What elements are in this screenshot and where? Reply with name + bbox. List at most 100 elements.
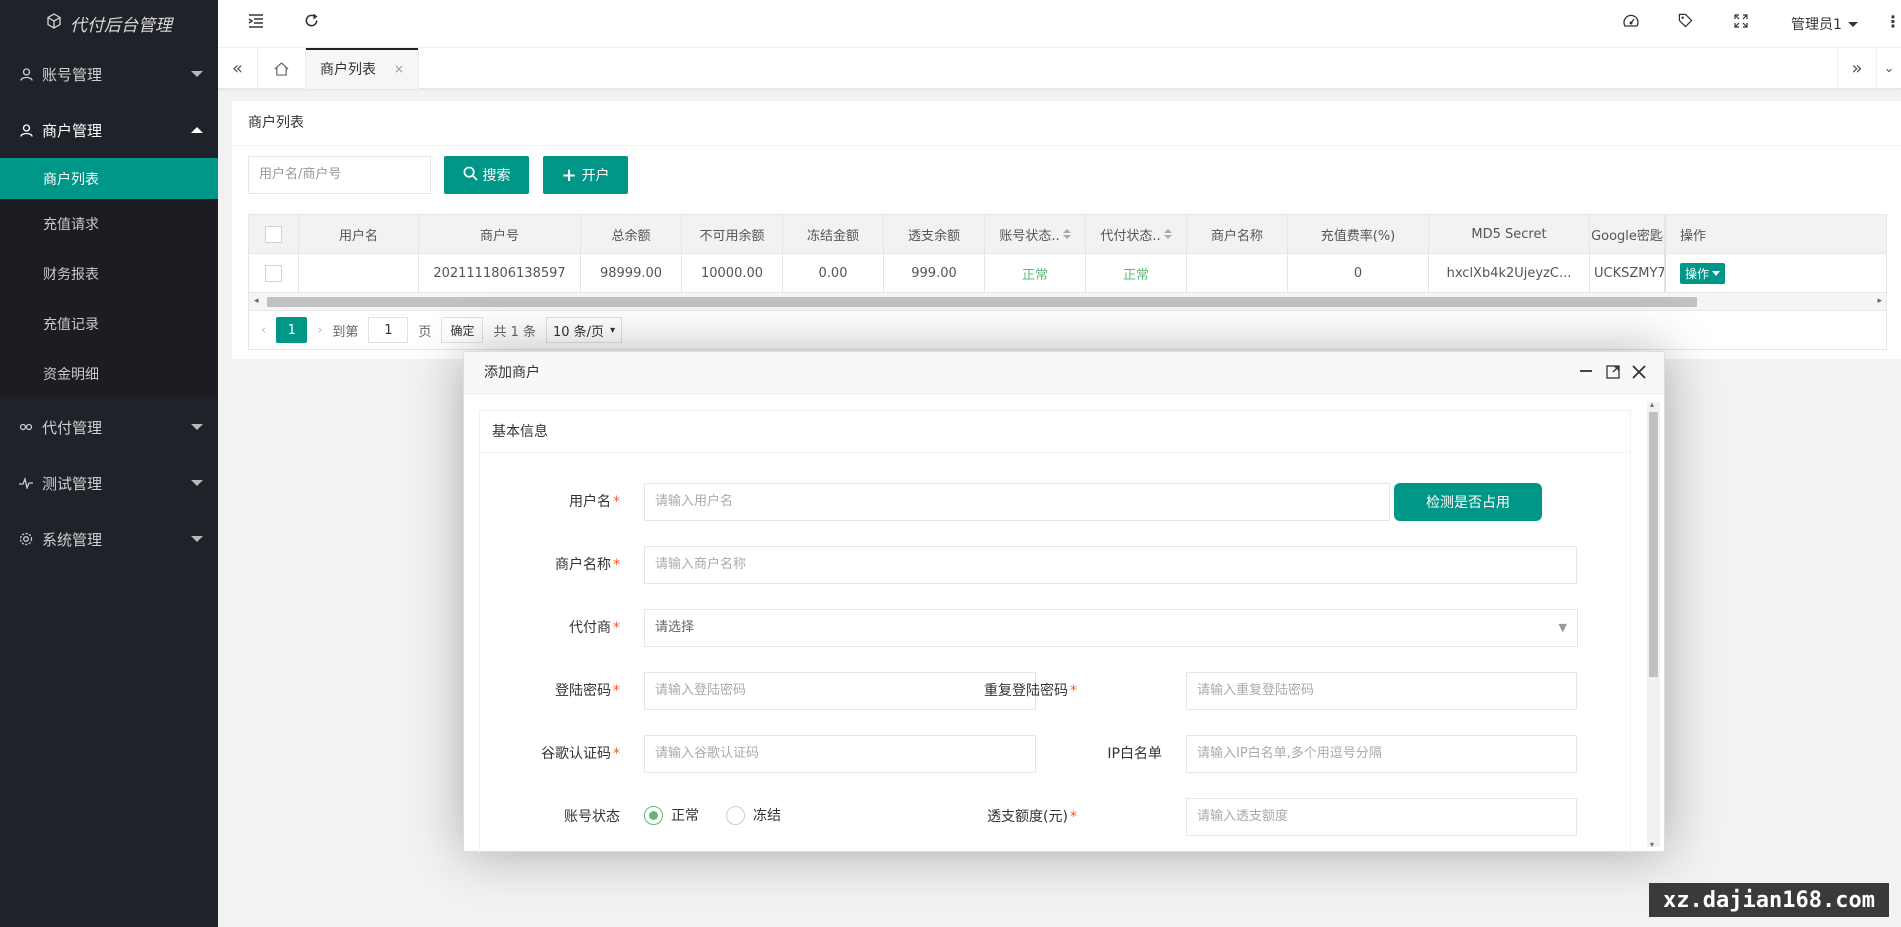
tabs-menu-chevron-icon[interactable]: ⌄ — [1877, 48, 1901, 89]
dialog-scrollbar[interactable]: ▴ ▾ — [1647, 400, 1660, 849]
radio-label: 冻结 — [753, 808, 781, 824]
sidebar-item-testing[interactable]: 测试管理 — [0, 455, 218, 511]
sidebar-item-payout[interactable]: 代付管理 — [0, 399, 218, 455]
app-logo: 代付后台管理 — [0, 0, 218, 46]
sidebar-item-accounts[interactable]: 账号管理 — [0, 46, 218, 102]
th-md5-secret: MD5 Secret — [1429, 215, 1590, 253]
open-account-button[interactable]: + 开户 — [543, 156, 628, 194]
scroll-thumb[interactable] — [267, 297, 1697, 307]
app-title: 代付后台管理 — [70, 15, 172, 36]
tabs-right-icon[interactable]: » — [1837, 48, 1877, 89]
merchant-name-input[interactable]: 请输入商户名称 — [644, 546, 1577, 584]
current-page[interactable]: 1 — [276, 317, 308, 343]
scroll-up-icon[interactable]: ▴ — [1650, 400, 1654, 409]
dialog-title: 添加商户 — [464, 352, 1664, 394]
sort-icon[interactable] — [1062, 229, 1071, 239]
home-icon[interactable] — [258, 48, 306, 89]
sidebar-item-system[interactable]: 系统管理 — [0, 511, 218, 567]
status-radio-frozen[interactable]: 冻结 — [726, 805, 781, 825]
dialog-body: 基本信息 用户名 * 请输入用户名 检测是否占用 商户名称 * 请输入商户名称 代付… — [479, 410, 1631, 853]
username-label-text: 用户名 — [569, 494, 611, 510]
scroll-right-icon[interactable]: ▸ — [1877, 296, 1882, 306]
user-icon — [18, 123, 34, 137]
per-page-select[interactable]: 10 条/页 ▾ — [546, 317, 623, 343]
th-unavailable-balance: 不可用余额 — [682, 215, 783, 253]
username-input[interactable]: 请输入用户名 — [644, 483, 1390, 521]
status-radio-normal[interactable]: 正常 — [644, 805, 699, 825]
overdraft-input[interactable]: 请输入透支额度 — [1186, 798, 1577, 836]
th-username: 用户名 — [299, 215, 419, 253]
sidebar-subitem-merchant-list[interactable]: 商户列表 — [0, 158, 218, 199]
cell-google-key: UCKSZMY7JBJ2... — [1590, 254, 1665, 292]
chevron-down-icon — [191, 71, 203, 77]
cell-merchant-no: 2021111806138597 — [419, 254, 581, 292]
password-label: 登陆密码 * — [555, 683, 620, 699]
username-label: 用户名 * — [569, 494, 620, 510]
radio-label: 正常 — [671, 808, 699, 824]
sort-icon[interactable] — [1163, 229, 1172, 239]
th-account-status[interactable]: 账号状态.. — [985, 215, 1086, 253]
tab-merchant-list[interactable]: 商户列表 × — [306, 48, 420, 89]
cell-username — [299, 254, 419, 292]
th-google-key: Google密匙 — [1590, 215, 1665, 253]
tabs-left-icon[interactable]: « — [218, 48, 258, 89]
table-header: 用户名 商户号 总余额 不可用余额 冻结金额 透支余额 账号状态.. 代付状态.… — [249, 215, 1886, 254]
theme-icon[interactable] — [1623, 13, 1639, 32]
chevron-down-icon: ▼ — [1558, 621, 1567, 634]
section-title: 基本信息 — [480, 411, 1630, 453]
chevron-down-icon — [1712, 270, 1721, 276]
top-header: 管理员1 ⋮ — [218, 0, 1901, 48]
sidebar-item-merchants[interactable]: 商户管理 — [0, 102, 218, 158]
scroll-thumb[interactable] — [1649, 412, 1658, 677]
th-payout-status-label: 代付状态.. — [1100, 228, 1161, 244]
th-recharge-rate: 充值费率(%) — [1288, 215, 1429, 253]
search-icon — [463, 166, 478, 185]
sidebar-subitem-finance-report[interactable]: 财务报表 — [0, 249, 218, 299]
th-payout-status[interactable]: 代付状态.. — [1086, 215, 1187, 253]
scroll-left-icon[interactable]: ◂ — [254, 296, 259, 306]
search-button[interactable]: 搜索 — [444, 156, 529, 194]
goto-label: 到第 — [332, 324, 359, 340]
password-repeat-input[interactable]: 请输入重复登陆密码 — [1186, 672, 1577, 710]
fullscreen-icon[interactable] — [1734, 13, 1748, 32]
sidebar-subitem-recharge-request[interactable]: 充值请求 — [0, 199, 218, 249]
google-code-label: 谷歌认证码 * — [541, 746, 620, 762]
gear-icon — [18, 532, 34, 546]
minimize-icon[interactable] — [1579, 362, 1593, 382]
page-number-input[interactable]: 1 — [368, 317, 409, 343]
user-menu[interactable]: 管理员1 — [1791, 14, 1858, 34]
next-page-icon[interactable]: › — [317, 323, 322, 338]
sidebar-subitem-recharge-records[interactable]: 充值记录 — [0, 299, 218, 349]
open-account-label: 开户 — [581, 168, 610, 184]
scroll-down-icon[interactable]: ▾ — [1650, 840, 1654, 849]
horizontal-scrollbar[interactable]: ◂ ▸ — [249, 293, 1886, 311]
search-input[interactable]: 用户名/商户号 — [248, 156, 431, 194]
refresh-icon[interactable] — [304, 13, 319, 32]
select-all-cell — [249, 215, 299, 253]
row-actions-label: 操作 — [1685, 266, 1710, 281]
row-actions-button[interactable]: 操作 — [1680, 262, 1726, 284]
more-vertical-icon[interactable]: ⋮ — [1885, 12, 1901, 31]
menu-fold-icon[interactable] — [248, 13, 264, 32]
row-checkbox[interactable] — [265, 264, 282, 282]
close-icon[interactable] — [1632, 364, 1646, 383]
google-code-label-text: 谷歌认证码 — [541, 746, 611, 762]
cell-overdraft-balance: 999.00 — [884, 254, 985, 292]
check-availability-button[interactable]: 检测是否占用 — [1394, 483, 1542, 521]
prev-page-icon[interactable]: ‹ — [261, 323, 266, 338]
agent-select[interactable]: 请选择 ▼ — [644, 609, 1578, 647]
ip-whitelist-input[interactable]: 请输入IP白名单,多个用逗号分隔 — [1186, 735, 1577, 773]
table-row: 2021111806138597 98999.00 10000.00 0.00 … — [249, 254, 1886, 293]
sidebar-subitem-fund-details[interactable]: 资金明细 — [0, 349, 218, 399]
th-account-status-label: 账号状态.. — [999, 228, 1060, 244]
maximize-icon[interactable] — [1606, 364, 1620, 383]
chevron-down-icon — [191, 480, 203, 486]
card-title: 商户列表 — [232, 101, 1901, 146]
goto-confirm-button[interactable]: 确定 — [441, 317, 484, 343]
sidebar-submenu: 商户列表 充值请求 财务报表 充值记录 资金明细 — [0, 158, 218, 399]
cell-recharge-rate: 0 — [1288, 254, 1429, 292]
select-all-checkbox[interactable] — [265, 225, 282, 243]
sidebar-item-label: 系统管理 — [42, 530, 103, 549]
tag-icon[interactable] — [1678, 13, 1693, 32]
close-icon[interactable]: × — [394, 62, 404, 76]
